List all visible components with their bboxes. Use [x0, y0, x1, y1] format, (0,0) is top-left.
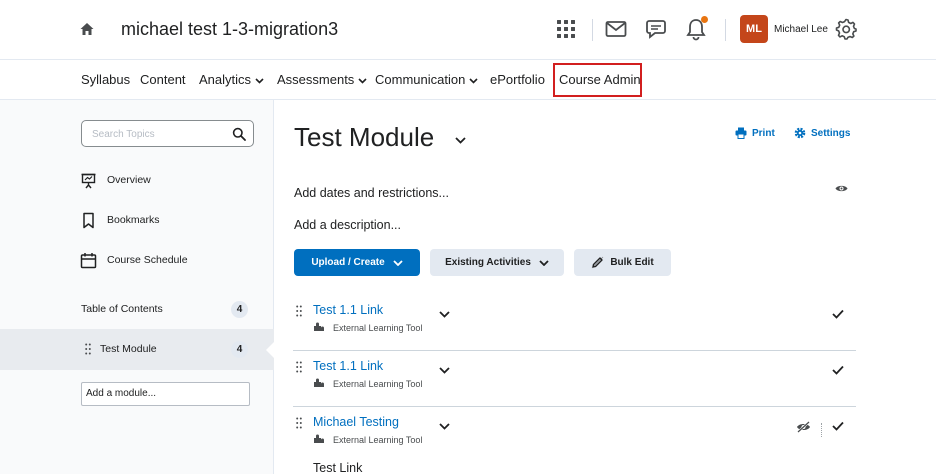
drag-handle-icon[interactable] — [296, 417, 302, 429]
nav-assessments-label: Assessments — [277, 72, 355, 87]
header-divider — [725, 19, 726, 41]
module-label: Test Module — [100, 343, 157, 355]
chevron-down-icon — [358, 77, 367, 84]
gear-icon[interactable] — [834, 17, 858, 41]
drag-handle-icon[interactable] — [85, 343, 91, 355]
course-title[interactable]: michael test 1-3-migration3 — [121, 19, 338, 40]
list-item[interactable]: Test 1.1 Link External Learning Tool — [293, 295, 856, 351]
upload-create-label: Upload / Create — [311, 257, 385, 268]
drag-handle-icon[interactable] — [296, 361, 302, 373]
table-of-contents-label[interactable]: Table of Contents — [81, 303, 163, 315]
chevron-down-icon — [393, 259, 403, 266]
sidebar-link-label: Overview — [107, 174, 151, 186]
existing-activities-label: Existing Activities — [445, 257, 531, 268]
waffle-menu-icon[interactable] — [554, 17, 578, 41]
settings-label: Settings — [811, 127, 851, 139]
bulk-edit-label: Bulk Edit — [610, 257, 654, 268]
nav-syllabus-label: Syllabus — [81, 72, 131, 87]
sidebar-link-overview[interactable]: Overview — [80, 170, 151, 190]
printer-icon — [735, 127, 747, 139]
selected-indicator — [266, 342, 274, 358]
add-dates-link[interactable]: Add dates and restrictions... — [294, 186, 449, 200]
top-header: michael test 1-3-migration3 ML Michael L… — [0, 0, 936, 60]
header-divider — [592, 19, 593, 41]
home-icon[interactable] — [79, 21, 95, 37]
user-name[interactable]: Michael Lee — [774, 24, 828, 35]
puzzle-icon — [314, 434, 324, 443]
search-box — [81, 120, 254, 147]
search-icon[interactable] — [232, 127, 246, 141]
chevron-down-icon — [255, 77, 264, 84]
nav-assessments[interactable]: Assessments — [277, 72, 367, 87]
sidebar-item-test-module[interactable]: Test Module 4 — [0, 329, 274, 370]
main-content: Test Module Print Settings Add dates and… — [275, 100, 936, 474]
chevron-down-icon[interactable] — [455, 137, 466, 144]
nav-analytics-label: Analytics — [199, 72, 252, 87]
settings-button[interactable]: Settings — [794, 127, 850, 139]
bookmark-icon — [83, 212, 94, 228]
drag-handle-icon[interactable] — [296, 305, 302, 317]
course-navbar: Syllabus Content Analytics Assessments C… — [0, 61, 936, 100]
page-title: Test Module — [294, 122, 435, 152]
nav-content-label: Content — [140, 72, 186, 87]
module-count-badge: 4 — [231, 341, 248, 358]
nav-communication-label: Communication — [375, 72, 466, 87]
notification-dot — [701, 16, 708, 23]
nav-eportfolio[interactable]: ePortfolio — [490, 72, 545, 87]
nav-content[interactable]: Content — [140, 72, 186, 87]
chevron-down-icon[interactable] — [439, 367, 450, 374]
add-description-link[interactable]: Add a description... — [294, 218, 401, 232]
calendar-icon — [80, 252, 97, 268]
activity-title-link[interactable]: Test 1.1 Link — [313, 303, 383, 317]
nav-syllabus[interactable]: Syllabus — [81, 72, 130, 87]
bulk-edit-button[interactable]: Bulk Edit — [574, 249, 671, 276]
gear-icon — [794, 127, 806, 139]
print-button[interactable]: Print — [735, 127, 775, 139]
divider — [821, 423, 822, 437]
eye-icon[interactable] — [835, 184, 848, 193]
activity-type: External Learning Tool — [333, 379, 423, 389]
add-module-input[interactable]: Add a module... — [81, 382, 250, 406]
checkmark-icon[interactable] — [832, 309, 844, 319]
eye-hidden-icon[interactable] — [796, 421, 811, 433]
upload-create-button[interactable]: Upload / Create — [294, 249, 420, 276]
chevron-down-icon[interactable] — [439, 423, 450, 430]
mail-icon[interactable] — [604, 17, 628, 41]
list-item[interactable]: Michael Testing External Learning Tool — [293, 407, 856, 463]
avatar[interactable]: ML — [740, 15, 768, 43]
existing-activities-button[interactable]: Existing Activities — [430, 249, 564, 276]
chevron-down-icon[interactable] — [439, 311, 450, 318]
search-input[interactable] — [92, 126, 222, 142]
list-item[interactable]: Test 1.1 Link External Learning Tool — [293, 351, 856, 407]
activity-type: External Learning Tool — [333, 435, 423, 445]
chevron-down-icon — [539, 259, 549, 266]
print-label: Print — [752, 127, 775, 139]
sidebar-link-bookmarks[interactable]: Bookmarks — [80, 210, 160, 230]
checkmark-icon[interactable] — [832, 365, 844, 375]
nav-analytics[interactable]: Analytics — [199, 72, 264, 87]
checkmark-icon[interactable] — [832, 421, 844, 431]
sidebar-link-label: Course Schedule — [107, 254, 188, 266]
activity-title[interactable]: Test Link — [313, 461, 362, 474]
nav-course-admin[interactable]: Course Admin — [559, 72, 641, 87]
puzzle-icon — [314, 378, 324, 387]
nav-communication[interactable]: Communication — [375, 72, 478, 87]
chevron-down-icon — [469, 77, 478, 84]
chat-icon[interactable] — [644, 17, 668, 41]
sidebar-link-label: Bookmarks — [107, 214, 160, 226]
sidebar-link-course-schedule[interactable]: Course Schedule — [80, 250, 188, 270]
content-sidebar: Overview Bookmarks Course Schedule Table… — [0, 100, 274, 474]
nav-course-admin-label: Course Admin — [559, 72, 641, 87]
activity-title-link[interactable]: Michael Testing — [313, 415, 399, 429]
puzzle-icon — [314, 322, 324, 331]
nav-eportfolio-label: ePortfolio — [490, 72, 545, 87]
presentation-icon — [81, 173, 96, 188]
toc-count-badge: 4 — [231, 301, 248, 318]
activity-type: External Learning Tool — [333, 323, 423, 333]
pencil-icon — [592, 256, 604, 269]
activity-title-link[interactable]: Test 1.1 Link — [313, 359, 383, 373]
